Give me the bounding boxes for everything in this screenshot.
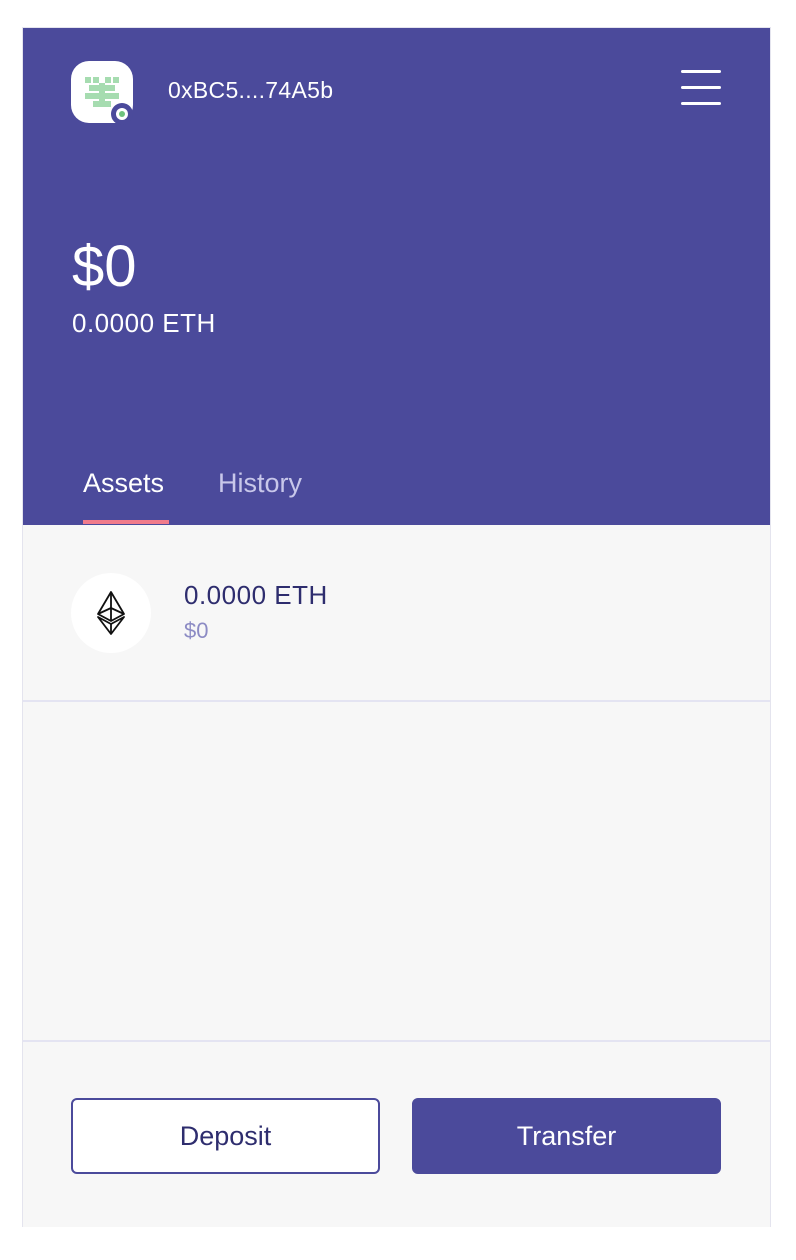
menu-button[interactable] <box>675 68 723 108</box>
wallet-header: 0xBC5....74A5b $0 0.0000 ETH Assets Hist… <box>23 28 770 525</box>
tab-history[interactable]: History <box>218 468 302 525</box>
wallet-address[interactable]: 0xBC5....74A5b <box>168 77 333 104</box>
asset-amount: 0.0000 ETH <box>184 580 328 610</box>
deposit-button[interactable]: Deposit <box>71 1098 380 1174</box>
wallet-panel: 0xBC5....74A5b $0 0.0000 ETH Assets Hist… <box>22 27 771 1227</box>
footer-divider <box>23 1040 770 1042</box>
hamburger-menu-icon <box>681 70 721 73</box>
active-tab-indicator <box>83 520 169 524</box>
connection-status-indicator <box>111 103 133 125</box>
asset-row-eth[interactable]: 0.0000 ETH $0 <box>23 525 770 702</box>
ethereum-icon <box>97 591 125 635</box>
token-icon-container <box>71 573 151 653</box>
total-balance-usd: $0 <box>72 234 137 299</box>
asset-value: $0 <box>184 618 209 643</box>
transfer-button[interactable]: Transfer <box>412 1098 721 1174</box>
tab-assets[interactable]: Assets <box>83 468 164 525</box>
total-balance-eth: 0.0000 ETH <box>72 308 216 338</box>
